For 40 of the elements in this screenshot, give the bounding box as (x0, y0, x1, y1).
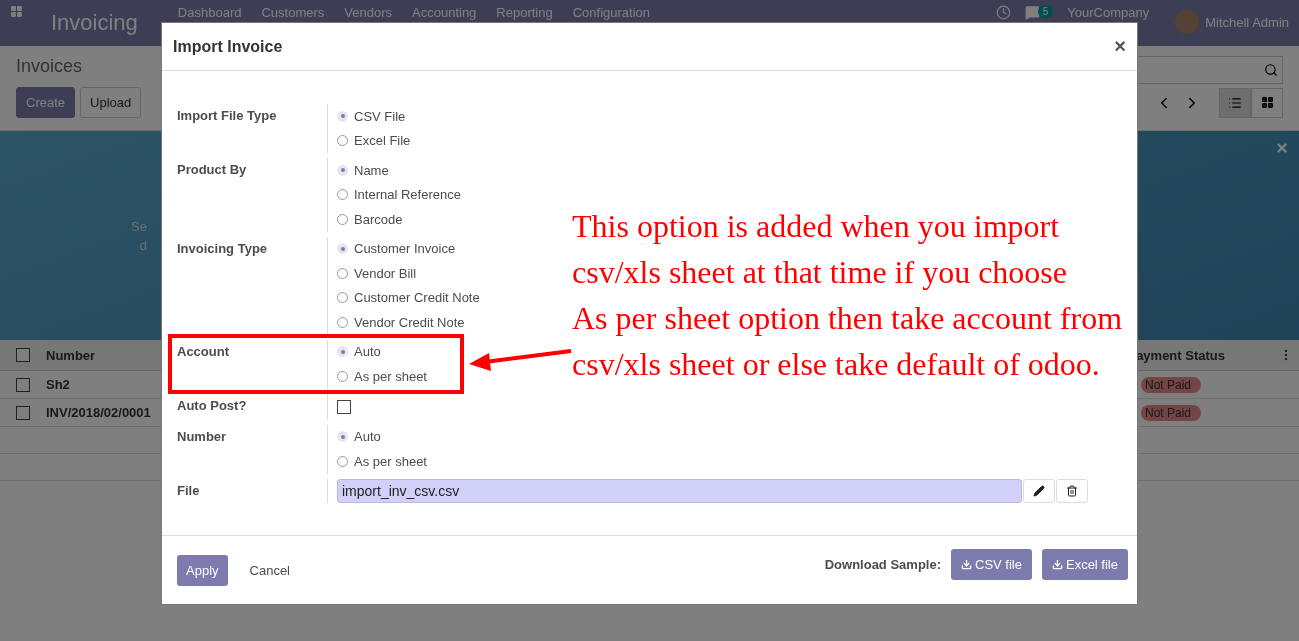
radio-option[interactable]: Excel File (337, 128, 411, 153)
radio-option[interactable]: Name (337, 158, 389, 183)
column-header: Number (46, 347, 96, 363)
radio-option[interactable]: As per sheet (337, 449, 427, 474)
field-label: File (177, 481, 201, 500)
dialog-title: Import Invoice (173, 37, 283, 56)
radio-option[interactable]: Customer Credit Note (337, 285, 480, 310)
radio-option[interactable]: Customer Invoice (337, 236, 456, 261)
status-tag: Not Paid (1140, 404, 1201, 421)
banner-text: d (139, 236, 147, 255)
field-label: Auto Post? (177, 396, 248, 415)
download-button[interactable]: CSV file (951, 548, 1032, 580)
close-button[interactable]: × (1114, 35, 1126, 58)
cancel-button[interactable]: Cancel (243, 561, 296, 579)
field-label: Import File Type (177, 107, 278, 125)
file-field[interactable]: import_inv_csv.csv (337, 478, 1022, 503)
page-title: Invoices (16, 56, 83, 77)
annotation-text: This option is added when you import csv/xls sheet at that time if you choose As per sheet option then take account from csv/xls sheet or else take default of odoo. (572, 207, 1123, 384)
radio-option[interactable]: Internal Reference (337, 182, 461, 207)
radio-option[interactable]: Barcode (337, 207, 403, 232)
radio-option[interactable]: Auto (337, 424, 381, 449)
radio-option[interactable]: CSV File (337, 104, 406, 129)
status-tag: Not Paid (1140, 376, 1201, 393)
table-cell: INV/2018/02/0001 (46, 405, 151, 420)
radio-option[interactable]: Vendor Credit Note (337, 310, 465, 335)
table-cell: Sh2 (46, 377, 70, 392)
app-title: Invoicing (51, 10, 138, 36)
field-label: Account (177, 342, 230, 361)
field-label: Number (177, 427, 228, 446)
banner-text: Se (131, 217, 147, 236)
upload-button[interactable]: Upload (80, 87, 142, 118)
field-label: Invoicing Type (177, 239, 269, 258)
radio-option[interactable]: As per sheet (337, 364, 427, 389)
download-button[interactable]: Excel file (1041, 548, 1128, 580)
column-header: ayment Status (1136, 347, 1225, 363)
radio-option[interactable]: Vendor Bill (337, 261, 417, 286)
field-label: Product By (177, 161, 248, 179)
download-label: Download Sample: (824, 556, 941, 572)
radio-option[interactable]: Auto (337, 339, 381, 364)
apply-button[interactable]: Apply (177, 554, 228, 586)
